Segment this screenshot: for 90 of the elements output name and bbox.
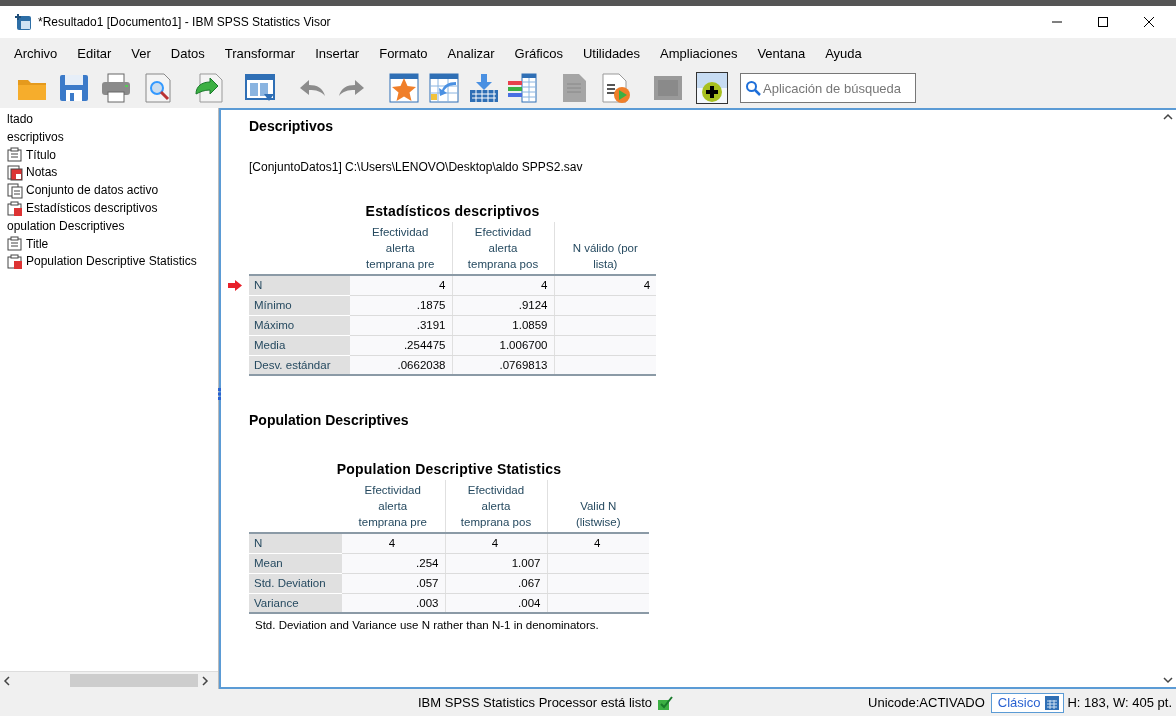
menu-item[interactable]: Datos [162, 45, 213, 61]
outline-item[interactable]: Estadísticos descriptivos [23, 200, 158, 218]
section-heading: Descriptivos [249, 118, 334, 134]
app-icon [14, 13, 32, 31]
section-heading: Population Descriptives [249, 412, 409, 428]
save-icon[interactable] [58, 72, 90, 104]
column-header: Efectividad alerta temprana pre [349, 222, 452, 275]
table-title: Estadísticos descriptivos [365, 202, 540, 219]
encoding-status: Unicode:ACTIVADO [868, 695, 985, 710]
menu-item[interactable]: Ver [123, 45, 159, 61]
row-header: Media [249, 335, 349, 355]
table-cell: .0662038 [349, 355, 452, 375]
table-cell: 4 [554, 275, 657, 295]
add-button[interactable] [696, 72, 728, 104]
table-cell: .9124 [452, 295, 554, 315]
table-cell: .0769813 [452, 355, 554, 375]
table-cell: .3191 [349, 315, 452, 335]
outline-item[interactable]: Título [23, 146, 56, 165]
menu-item[interactable]: Insertar [307, 45, 368, 61]
outline-item[interactable]: Population Descriptive Statistics [23, 253, 197, 272]
table-cell: 4 [341, 533, 445, 553]
menu-item[interactable]: Ayuda [817, 45, 870, 61]
table-cell: .057 [341, 573, 445, 593]
dataset-icon [7, 183, 23, 200]
print-icon[interactable] [100, 72, 132, 104]
menu-item[interactable]: Formato [371, 45, 436, 61]
menu-item[interactable]: Ampliaciones [652, 45, 746, 61]
menu-item[interactable]: Editar [69, 45, 120, 61]
dataset-path: [ConjuntoDatos1] C:\Users\LENOVO\Desktop\aldo SPPS2.sav [249, 160, 583, 174]
row-header: Variance [249, 593, 341, 613]
plus-icon [701, 81, 723, 103]
outline-item[interactable]: Title [23, 235, 49, 254]
outline-item[interactable]: escriptivos [7, 128, 64, 147]
outline-item[interactable]: ltado [7, 111, 34, 129]
table-cell: .004 [445, 593, 547, 613]
search-field[interactable]: Aplicación de búsqueda [740, 73, 916, 103]
table-cell: 1.0859 [452, 315, 554, 335]
table-cell: .003 [341, 593, 445, 613]
list-table-icon[interactable] [506, 72, 538, 104]
table-cell: .067 [445, 573, 547, 593]
mode-button[interactable]: Clásico [990, 692, 1065, 713]
table-footnote: Std. Deviation and Variance use N rather than N-1 in denominators. [255, 618, 599, 631]
menu-item[interactable]: Utilidades [575, 45, 649, 61]
row-header: Mínimo [249, 295, 349, 315]
table-cell: 4 [547, 533, 649, 553]
menu-item[interactable]: Analizar [439, 45, 503, 61]
menu-item[interactable]: Ventana [749, 45, 814, 61]
outline-item[interactable]: Notas [23, 164, 58, 183]
menu-item[interactable]: Gráficos [506, 45, 571, 61]
column-header: Efectividad alerta temprana pre [341, 480, 445, 533]
row-header: Mean [249, 553, 341, 573]
scroll-up-icon[interactable] [1162, 112, 1174, 122]
export-icon[interactable] [192, 72, 224, 104]
calculator-icon [1044, 694, 1061, 711]
size-status: H: 183, W: 405 pt. [1067, 695, 1172, 710]
preview-icon[interactable] [142, 72, 174, 104]
table-cell: 4 [349, 275, 452, 295]
outline-item[interactable]: Conjunto de datos activo [23, 182, 159, 200]
table-icon [7, 254, 23, 271]
row-header: Desv. estándar [249, 355, 349, 375]
status-message: IBM SPSS Statistics Processor está listo [418, 695, 653, 710]
scrollbar-thumb[interactable] [70, 674, 198, 687]
notes-icon [7, 165, 23, 182]
document-play-icon[interactable] [600, 72, 632, 104]
ready-icon [657, 694, 674, 711]
scroll-down-icon[interactable] [1162, 675, 1174, 685]
menu-item[interactable]: Transformar [216, 45, 304, 61]
table-cell: 4 [445, 533, 547, 553]
menu-item[interactable]: Archivo [6, 45, 66, 61]
search-icon [745, 80, 761, 96]
table-cell: .254475 [349, 335, 452, 355]
table-cell: 4 [452, 275, 554, 295]
maximize-icon [1096, 16, 1110, 28]
table-cell: 1.007 [445, 553, 547, 573]
row-header: Std. Deviation [249, 573, 341, 593]
row-header: N [249, 533, 341, 553]
download-icon[interactable] [468, 72, 500, 104]
table-cell: .254 [341, 553, 445, 573]
table-icon [7, 200, 23, 217]
window-title: *Resultado1 [Documento1] - IBM SPSS Statistics Visor [38, 15, 331, 29]
close-icon [1142, 16, 1156, 28]
star-table-icon[interactable] [388, 72, 420, 104]
table-cell: .1875 [349, 295, 452, 315]
splitter-grip-icon[interactable] [218, 388, 221, 400]
row-header: Máximo [249, 315, 349, 335]
table-title: Population Descriptive Statistics [336, 460, 562, 477]
title-icon [7, 147, 23, 164]
table-cell: 1.006700 [452, 335, 554, 355]
outline-item[interactable]: opulation Descriptives [7, 217, 125, 236]
row-header: N [249, 275, 349, 295]
